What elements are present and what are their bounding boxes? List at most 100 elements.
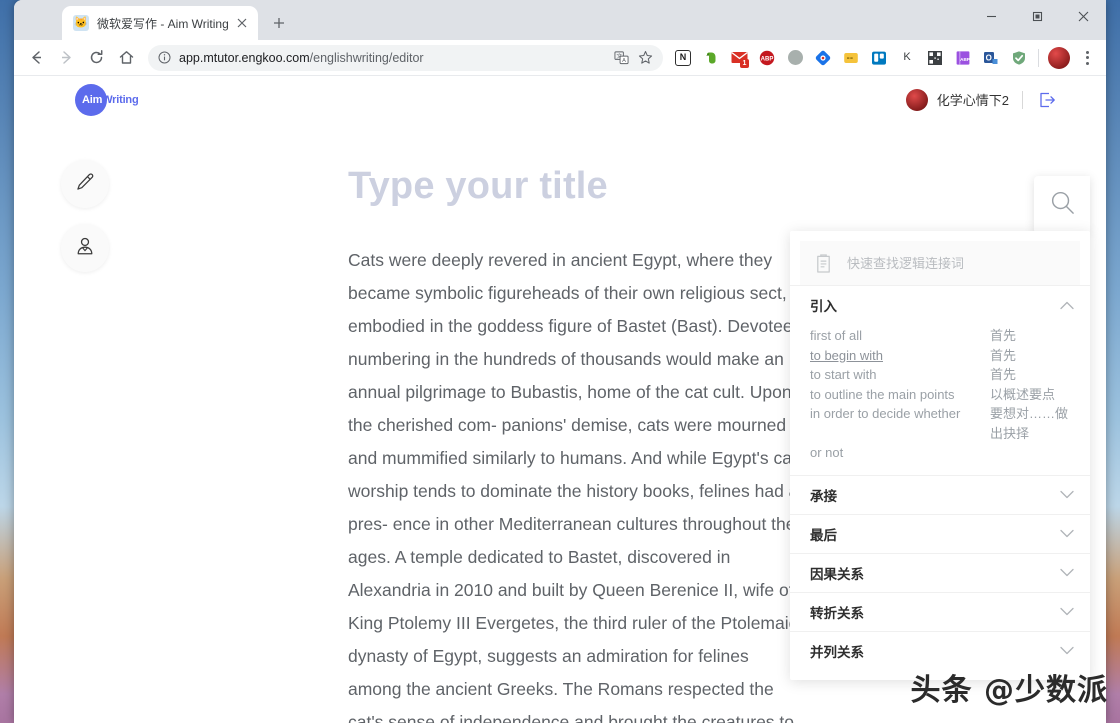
phrase-zh: 以概述要点 — [990, 386, 1056, 402]
connector-search-box[interactable] — [800, 241, 1080, 285]
shield-check-extension[interactable] — [1005, 44, 1033, 72]
new-tab-button[interactable] — [265, 9, 293, 37]
close-window-icon[interactable] — [1060, 0, 1106, 32]
minimize-icon[interactable] — [968, 0, 1014, 32]
phrase-row[interactable]: to outline the main points 以概述要点 — [810, 385, 1074, 405]
panel-section-title: 并列关系 — [810, 644, 864, 660]
extension-bar: N 1 ABP K ABP O — [669, 44, 1100, 72]
edit-tool-button[interactable] — [61, 160, 109, 208]
panel-section-header[interactable]: 并列关系 — [790, 632, 1090, 670]
panel-section-body: first of all 首先 to begin with 首先 to star… — [790, 324, 1090, 475]
panel-section-title: 转折关系 — [810, 605, 864, 621]
maximize-icon[interactable] — [1014, 0, 1060, 32]
url-path: /englishwriting/editor — [309, 50, 424, 65]
profile-tool-button[interactable] — [61, 224, 109, 272]
phrase-row[interactable]: first of all 首先 — [810, 326, 1074, 346]
document-editor: Type your title Cats were deeply revered… — [334, 165, 804, 723]
document-body[interactable]: Cats were deeply revered in ancient Egyp… — [334, 244, 804, 723]
evernote-extension[interactable] — [697, 44, 725, 72]
phrase-row[interactable]: to start with 首先 — [810, 365, 1074, 385]
trello-extension[interactable] — [865, 44, 893, 72]
phrase-en[interactable]: to start with — [810, 365, 990, 385]
svg-text:O: O — [986, 53, 992, 62]
panel-section-title: 最后 — [810, 527, 837, 543]
notion-extension[interactable]: N — [669, 44, 697, 72]
browser-menu-icon[interactable] — [1074, 45, 1100, 71]
browser-toolbar: app.mtutor.engkoo.com/englishwriting/edi… — [14, 40, 1106, 76]
panel-section-title: 承接 — [810, 488, 837, 504]
search-icon — [1049, 189, 1076, 221]
phrase-en[interactable]: to outline the main points — [810, 385, 990, 405]
page-viewport: AimWriting 化学心情下2 Type your title Cats w… — [14, 76, 1106, 723]
tab-title: 微软爱写作 - Aim Writing — [97, 16, 229, 31]
panel-section-header[interactable]: 因果关系 — [790, 554, 1090, 592]
diamond-extension[interactable] — [809, 44, 837, 72]
clipboard-icon — [814, 253, 833, 274]
phrase-row[interactable]: in order to decide whether 要想对……做出抉择 — [810, 404, 1074, 443]
phrase-zh: 要想对……做出抉择 — [990, 406, 1069, 441]
tab-strip: 🐱 微软爱写作 - Aim Writing — [14, 0, 1106, 40]
logo-text: AimWriting — [82, 93, 139, 106]
star-icon[interactable] — [633, 46, 657, 70]
phrase-en[interactable]: to begin with — [810, 346, 990, 366]
address-bar[interactable]: app.mtutor.engkoo.com/englishwriting/edi… — [148, 44, 663, 71]
browser-window: 🐱 微软爱写作 - Aim Writing app.mtutor.engkoo.… — [14, 0, 1106, 723]
chevron-down-icon[interactable] — [1060, 607, 1074, 616]
phrase-en[interactable]: first of all — [810, 326, 990, 346]
phrase-en[interactable]: in order to decide whether — [810, 404, 990, 424]
adblock-plus-extension[interactable]: ABP — [753, 44, 781, 72]
panel-section-header[interactable]: 承接 — [790, 476, 1090, 514]
window-controls — [968, 0, 1106, 32]
chevron-down-icon[interactable] — [1060, 529, 1074, 538]
panel-section-introduction: 引入 first of all 首先 to begin with 首先 to s… — [790, 285, 1090, 475]
qr-code-extension[interactable] — [921, 44, 949, 72]
profile-avatar[interactable] — [1048, 46, 1070, 69]
watermark: 头条 @少数派 — [910, 673, 1108, 708]
phrase-zh: 首先 — [990, 328, 1017, 343]
chevron-down-icon[interactable] — [1060, 646, 1074, 655]
connector-search-input[interactable] — [847, 255, 1066, 271]
username: 化学心情下2 — [936, 93, 1009, 108]
omnibox-actions: 文A — [609, 46, 657, 70]
translate-icon[interactable]: 文A — [609, 46, 633, 70]
forward-icon[interactable] — [52, 44, 80, 72]
panel-section-title: 因果关系 — [810, 566, 864, 582]
phrase-row[interactable]: to begin with 首先 — [810, 346, 1074, 366]
panel-section-cause-effect: 因果关系 — [790, 552, 1090, 592]
document-title-placeholder[interactable]: Type your title — [334, 165, 804, 208]
browser-tab[interactable]: 🐱 微软爱写作 - Aim Writing — [62, 6, 258, 40]
close-icon[interactable] — [234, 15, 250, 31]
logo-aim: Aim — [82, 93, 103, 106]
logout-icon[interactable] — [1036, 89, 1058, 111]
phrase-zh: 首先 — [990, 347, 1017, 363]
logo-writing: Writing — [102, 93, 139, 106]
url-text: app.mtutor.engkoo.com/englishwriting/edi… — [179, 51, 424, 65]
panel-section-final: 最后 — [790, 513, 1090, 553]
header-divider — [1022, 90, 1023, 109]
grey-circle-extension[interactable] — [781, 44, 809, 72]
connector-search-toggle[interactable] — [1034, 176, 1090, 234]
kami-extension[interactable]: K — [893, 44, 921, 72]
panel-section-header[interactable]: 引入 — [790, 286, 1090, 324]
panel-section-header[interactable]: 转折关系 — [790, 593, 1090, 631]
svg-text:ABP: ABP — [761, 56, 774, 62]
url-domain: app.mtutor.engkoo.com — [179, 50, 310, 65]
app-logo[interactable]: AimWriting — [75, 83, 139, 116]
user-avatar[interactable] — [905, 88, 928, 111]
chevron-down-icon[interactable] — [1060, 490, 1074, 499]
phrase-continuation: or not — [810, 445, 844, 460]
mail-badge: 1 — [740, 58, 749, 68]
chevron-up-icon[interactable] — [1060, 301, 1074, 310]
panel-section-header[interactable]: 最后 — [790, 515, 1090, 553]
office-extension[interactable]: O — [977, 44, 1005, 72]
chevron-down-icon[interactable] — [1060, 568, 1074, 577]
phrase-zh: 首先 — [990, 367, 1017, 382]
reload-icon[interactable] — [82, 44, 110, 72]
yellow-note-extension[interactable] — [837, 44, 865, 72]
info-circle-icon[interactable] — [156, 50, 172, 66]
back-icon[interactable] — [22, 44, 50, 72]
home-icon[interactable] — [112, 44, 140, 72]
purple-abp-extension[interactable]: ABP — [949, 44, 977, 72]
mail-extension[interactable]: 1 — [725, 44, 753, 72]
toolbar-divider — [1038, 48, 1039, 67]
